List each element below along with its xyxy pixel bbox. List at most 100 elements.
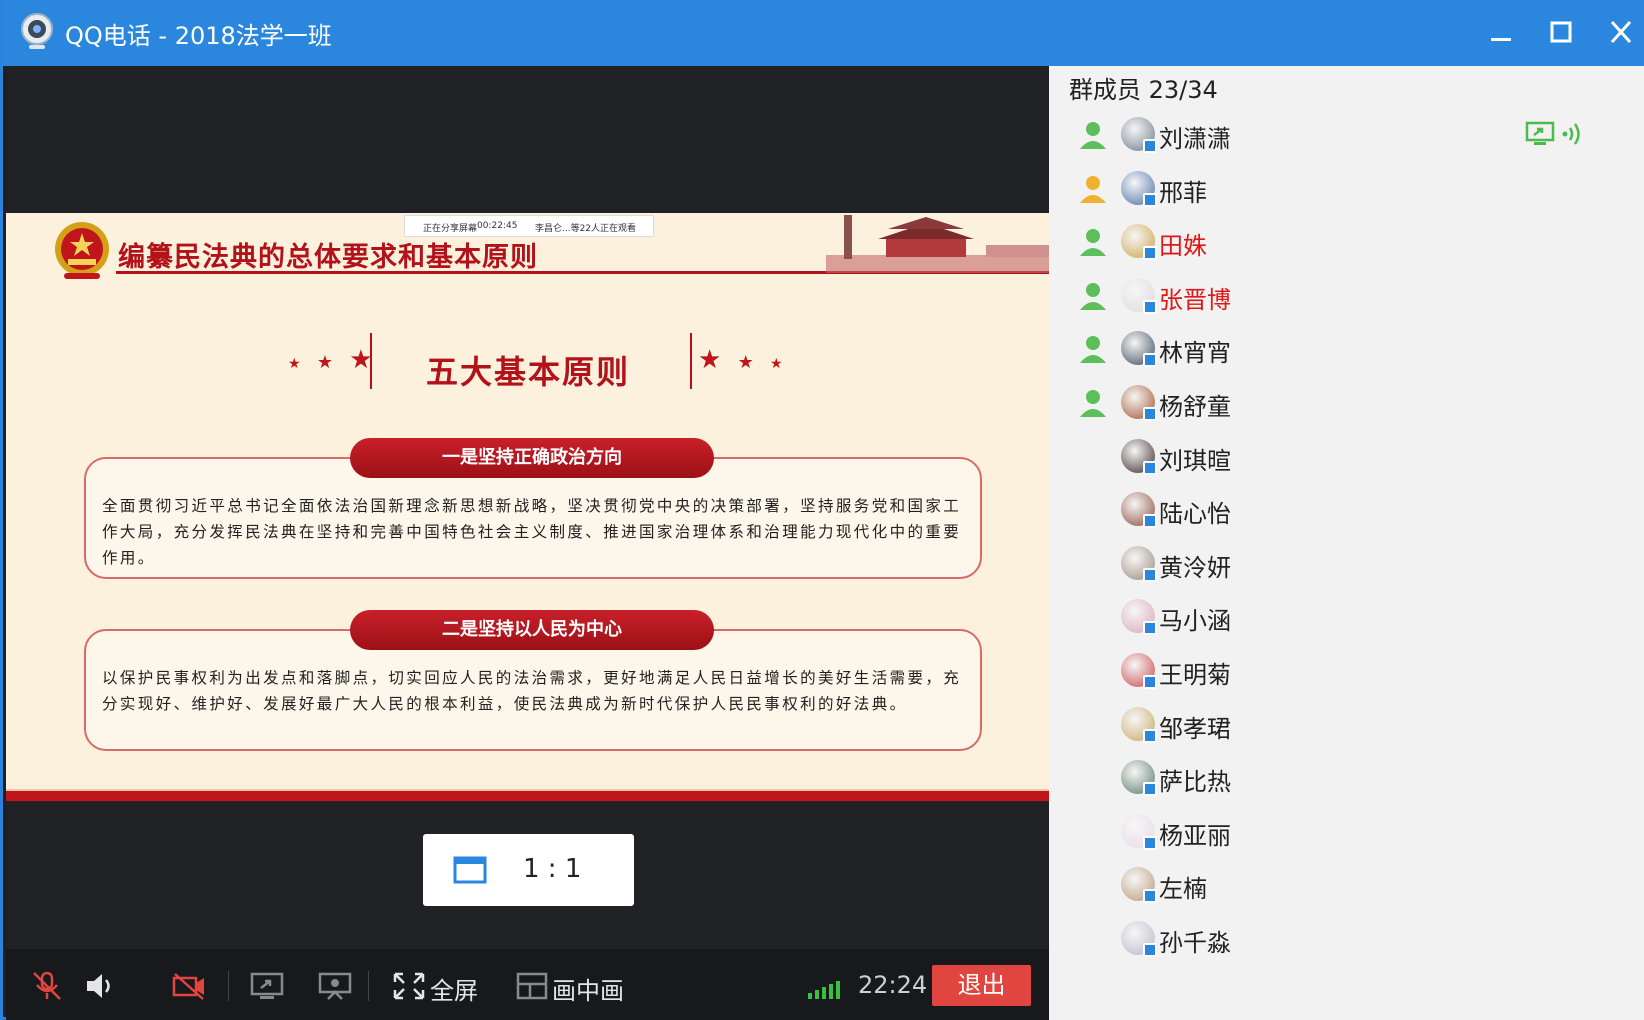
title-divider-left xyxy=(370,333,372,389)
in-call-user-icon xyxy=(1080,122,1106,149)
device-badge-icon xyxy=(1143,192,1157,207)
member-row[interactable]: 刘琪暄 xyxy=(1049,429,1644,485)
qq-call-window: QQ电话 - 2018法学一班 编纂民法典的总体要求和基本原则 正在分享屏幕 0… xyxy=(0,0,1644,1020)
member-name: 左楠 xyxy=(1159,875,1207,904)
share-screen-icon[interactable] xyxy=(250,971,284,1001)
member-row[interactable]: 杨亚丽 xyxy=(1049,804,1644,860)
toolbar-separator xyxy=(228,971,229,1001)
fullscreen-label: 全屏 xyxy=(430,977,478,1005)
screen-share-banner: 正在分享屏幕 00:22:45 李昌仑...等22人正在观看 xyxy=(404,215,654,237)
device-badge-icon xyxy=(1143,943,1157,957)
in-call-user-icon xyxy=(1080,336,1106,364)
member-row[interactable]: 马小涵 xyxy=(1049,589,1644,645)
member-name: 陆心怡 xyxy=(1159,500,1231,529)
signal-icon xyxy=(808,981,840,999)
member-name: 马小涵 xyxy=(1159,607,1231,636)
sharing-screen-icon xyxy=(1525,121,1555,145)
qq-webcam-icon xyxy=(21,13,53,49)
in-call-user-icon xyxy=(1080,390,1106,417)
stars-left-decoration: ★ ★ ★ xyxy=(288,345,377,375)
slide-footer-bar xyxy=(6,791,1049,801)
member-count-header: 群成员 23/34 xyxy=(1069,76,1218,104)
share-status: 正在分享屏幕 xyxy=(423,224,478,234)
device-badge-icon xyxy=(1143,299,1157,314)
member-name: 杨亚丽 xyxy=(1159,821,1231,850)
window-title: QQ电话 - 2018法学一班 xyxy=(65,22,332,50)
call-duration: 22:24 xyxy=(858,971,928,999)
fullscreen-button[interactable]: 全屏 xyxy=(392,949,492,1020)
device-badge-icon xyxy=(1143,567,1157,582)
member-row[interactable]: 邹孝珺 xyxy=(1049,697,1644,753)
in-call-user-icon xyxy=(1080,229,1106,257)
picture-in-picture-button[interactable]: 画中画 xyxy=(516,949,636,1020)
device-badge-icon xyxy=(1143,514,1157,529)
member-row[interactable]: 张晋博 xyxy=(1049,268,1644,324)
picture-in-picture-label: 画中画 xyxy=(552,977,624,1005)
tiananmen-landmark-icon xyxy=(826,215,1049,273)
member-row[interactable]: 孙千淼 xyxy=(1049,911,1644,967)
member-row[interactable]: 林宵宵 xyxy=(1049,321,1644,377)
camera-off-icon[interactable] xyxy=(172,971,206,1001)
principle-title-1: 一是坚持正确政治方向 xyxy=(350,438,714,478)
national-emblem-icon xyxy=(55,222,109,279)
exit-button[interactable]: 退出 xyxy=(932,965,1031,1006)
principles-section-title: 五大基本原则 xyxy=(426,353,631,391)
device-badge-icon xyxy=(1143,246,1157,261)
present-icon[interactable] xyxy=(318,971,352,1001)
device-badge-icon xyxy=(1143,782,1157,797)
member-row[interactable]: 刘潇潇 xyxy=(1049,107,1644,163)
device-badge-icon xyxy=(1143,675,1157,689)
shared-slide: 编纂民法典的总体要求和基本原则 正在分享屏幕 00:22:45 李昌仑...等2… xyxy=(6,213,1049,801)
maximize-icon[interactable] xyxy=(1541,14,1581,52)
member-row[interactable]: 杨舒童 xyxy=(1049,375,1644,431)
view-ratio-button[interactable]: 1 : 1 xyxy=(423,834,634,906)
share-timer: 00:22:45 xyxy=(477,221,518,231)
share-viewers: 李昌仑...等22人正在观看 xyxy=(535,224,637,234)
member-name: 林宵宵 xyxy=(1159,339,1231,368)
device-badge-icon xyxy=(1143,139,1157,153)
member-name: 刘潇潇 xyxy=(1159,125,1231,153)
fullscreen-icon xyxy=(393,972,425,1000)
close-icon[interactable] xyxy=(1601,14,1641,52)
principle-title-2: 二是坚持以人民为中心 xyxy=(350,610,714,650)
device-badge-icon xyxy=(1143,407,1157,421)
in-call-user-icon xyxy=(1080,175,1106,203)
window-icon xyxy=(453,856,487,884)
device-badge-icon xyxy=(1143,621,1157,636)
title-divider-right xyxy=(690,333,692,389)
member-row[interactable]: 田姝 xyxy=(1049,214,1644,270)
call-toolbar: 全屏 画中画 22:24 退出 xyxy=(6,949,1049,1020)
member-row[interactable]: 王明菊 xyxy=(1049,643,1644,699)
minimize-icon[interactable] xyxy=(1481,14,1521,52)
mic-muted-icon[interactable] xyxy=(30,971,64,1001)
member-name: 邢菲 xyxy=(1159,178,1207,207)
member-name: 黄泠妍 xyxy=(1159,553,1231,582)
member-name: 张晋博 xyxy=(1159,285,1231,314)
device-badge-icon xyxy=(1143,728,1157,743)
member-row[interactable]: 黄泠妍 xyxy=(1049,536,1644,592)
device-badge-icon xyxy=(1143,889,1157,904)
member-name: 邹孝珺 xyxy=(1159,714,1231,743)
member-name: 萨比热 xyxy=(1159,768,1231,797)
speaking-icon xyxy=(1562,123,1580,145)
member-name: 孙千淼 xyxy=(1159,929,1231,957)
picture-in-picture-icon xyxy=(516,972,548,1000)
member-panel: 群成员 23/34 刘潇潇邢菲田姝张晋博林宵宵杨舒童刘琪暄陆心怡黄泠妍马小涵王明… xyxy=(1049,66,1644,1020)
member-row[interactable]: 萨比热 xyxy=(1049,750,1644,806)
member-name: 王明菊 xyxy=(1159,661,1231,689)
principle-body-2: 以保护民事权利为出发点和落脚点，切实回应人民的法治需求，更好地满足人民日益增长的… xyxy=(102,669,962,713)
member-row[interactable]: 左楠 xyxy=(1049,857,1644,913)
member-row[interactable]: 邢菲 xyxy=(1049,161,1644,217)
in-call-user-icon xyxy=(1080,282,1106,310)
member-name: 刘琪暄 xyxy=(1159,446,1231,475)
speaker-icon[interactable] xyxy=(84,971,118,1001)
member-name: 田姝 xyxy=(1159,232,1207,261)
toolbar-separator xyxy=(368,971,369,1001)
device-badge-icon xyxy=(1143,835,1157,850)
member-name: 杨舒童 xyxy=(1159,393,1231,421)
principle-body-1: 全面贯彻习近平总书记全面依法治国新理念新思想新战略，坚决贯彻党中央的决策部署，坚… xyxy=(102,497,962,567)
device-badge-icon xyxy=(1143,353,1157,368)
device-badge-icon xyxy=(1143,460,1157,475)
member-row[interactable]: 陆心怡 xyxy=(1049,482,1644,538)
stars-right-decoration: ★ ★ ★ xyxy=(698,345,787,375)
